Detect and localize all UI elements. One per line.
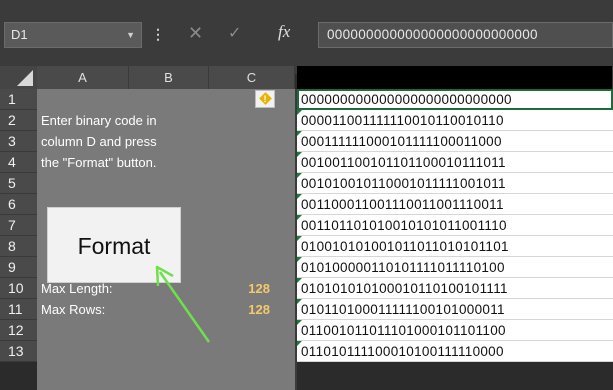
error-indicator-icon: [297, 278, 302, 283]
error-indicator-icon: [297, 194, 302, 199]
cell-d4[interactable]: 001001100101101100010111011: [297, 152, 613, 173]
cell-value: 001100011001110011001110011: [301, 197, 504, 212]
error-indicator-icon: [297, 215, 302, 220]
error-indicator-icon: [297, 320, 302, 325]
cell-d6[interactable]: 001100011001110011001110011: [297, 194, 613, 215]
error-indicator-icon: [297, 131, 302, 136]
cell-value: 000000000000000000000000000: [301, 92, 512, 107]
cell-value: 010100000110101111011110100: [301, 260, 505, 275]
error-indicator-icon: [297, 152, 302, 157]
cell-value: 011010111100010100111110000: [301, 344, 504, 359]
cell-d10[interactable]: 010101010100010110100101111: [297, 278, 613, 299]
error-indicator-icon: [297, 173, 302, 178]
cell-value: 001101101010010101011001110: [301, 218, 507, 233]
cell-d12[interactable]: 011001011011101000101101100: [297, 320, 613, 341]
cell-value: 000011001111110010110010110: [301, 113, 504, 128]
cell-d3[interactable]: 000111111000101111100011000: [297, 131, 613, 152]
cell-d8[interactable]: 010010101001011011010101101: [297, 236, 613, 257]
cell-d13[interactable]: 011010111100010100111110000: [297, 341, 613, 362]
cell-d9[interactable]: 010100000110101111011110100: [297, 257, 613, 278]
cell-value: 010010101001011011010101101: [301, 239, 509, 254]
cell-value: 001010010110001011111001011: [301, 176, 506, 191]
error-indicator-icon: [297, 110, 302, 115]
cell-value: 001001100101101100010111011: [301, 155, 506, 170]
cell-d11[interactable]: 010110100011111100101000011: [297, 299, 613, 320]
cell-d2[interactable]: 000011001111110010110010110: [297, 110, 613, 131]
error-indicator-icon: [297, 299, 302, 304]
error-indicator-icon: [297, 341, 302, 346]
cell-value: 000111111000101111100011000: [301, 134, 502, 149]
error-indicator-icon: [297, 236, 302, 241]
cell-d7[interactable]: 001101101010010101011001110: [297, 215, 613, 236]
error-indicator-icon: [297, 257, 302, 262]
cell-value: 010110100011111100101000011: [301, 302, 505, 317]
cell-value: 010101010100010110100101111: [301, 281, 508, 296]
cell-value: 011001011011101000101101100: [301, 323, 506, 338]
cell-d1[interactable]: 000000000000000000000000000: [297, 89, 613, 110]
cell-d5[interactable]: 001010010110001011111001011: [297, 173, 613, 194]
